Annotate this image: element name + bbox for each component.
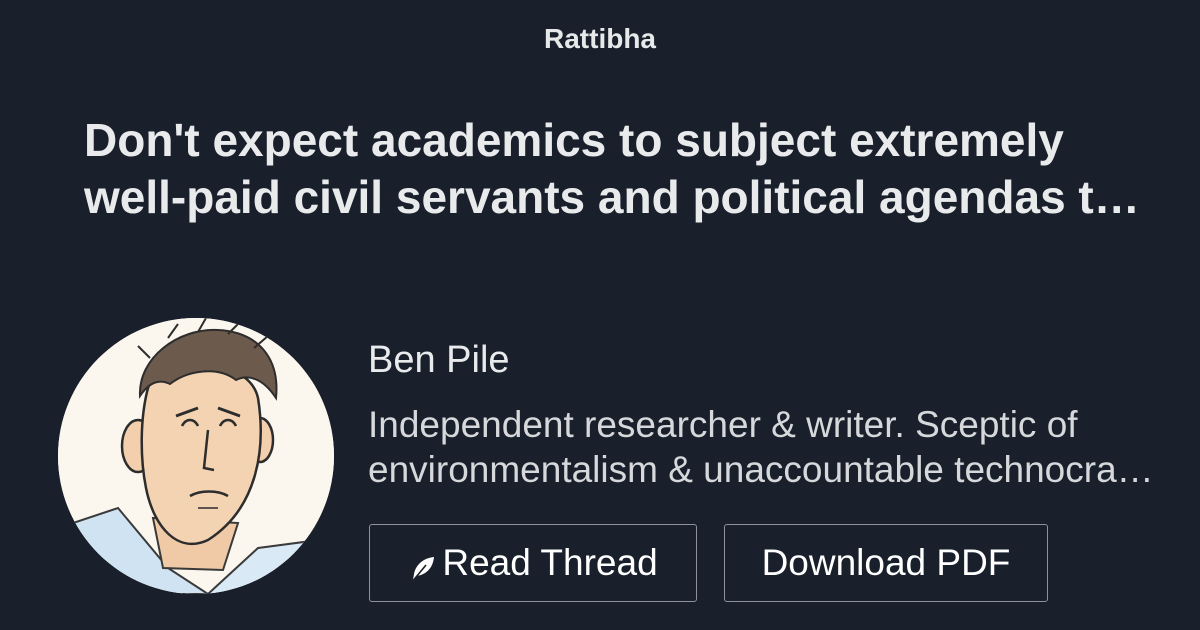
avatar-illustration: [58, 318, 334, 594]
read-thread-label: Read Thread: [442, 542, 658, 583]
site-brand: Rattibha: [544, 23, 656, 54]
author-name: Ben Pile: [368, 339, 510, 381]
thread-title: Don't expect academics to subject extrem…: [84, 114, 1122, 223]
download-pdf-button[interactable]: Download PDF: [724, 524, 1048, 602]
feather-icon: [408, 551, 438, 583]
read-thread-button[interactable]: Read Thread: [369, 524, 697, 602]
download-pdf-label: Download PDF: [761, 542, 1011, 583]
avatar: [58, 318, 334, 594]
author-bio: Independent researcher & writer. Sceptic…: [368, 404, 1154, 490]
